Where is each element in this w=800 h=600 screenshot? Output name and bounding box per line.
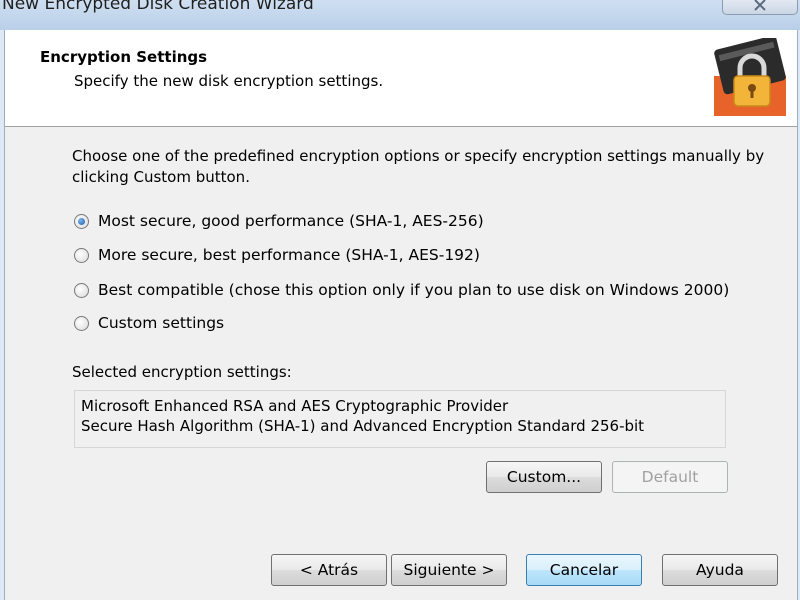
radio-button[interactable] xyxy=(74,282,89,298)
option-label: Custom settings xyxy=(98,314,225,332)
page-subtitle: Specify the new disk encryption settings… xyxy=(74,72,384,90)
option-custom-settings[interactable]: Custom settings xyxy=(74,312,224,334)
custom-button[interactable]: Custom... xyxy=(486,461,602,493)
next-button[interactable]: Siguiente > xyxy=(391,554,507,586)
radio-button-selected[interactable] xyxy=(74,213,89,229)
wizard-header: Encryption Settings Specify the new disk… xyxy=(5,30,797,127)
selected-settings-box: Microsoft Enhanced RSA and AES Cryptogra… xyxy=(74,390,726,448)
option-label: More secure, best performance (SHA-1, AE… xyxy=(98,246,480,264)
wizard-dialog: Encryption Settings Specify the new disk… xyxy=(4,30,798,600)
title-bar: New Encrypted Disk Creation Wizard xyxy=(0,0,800,30)
intro-text: Choose one of the predefined encryption … xyxy=(72,147,765,186)
selected-settings-label: Selected encryption settings: xyxy=(72,363,292,381)
close-button[interactable] xyxy=(722,0,798,15)
option-most-secure[interactable]: Most secure, good performance (SHA-1, AE… xyxy=(74,210,484,232)
window-title: New Encrypted Disk Creation Wizard xyxy=(2,0,314,14)
settings-line: Secure Hash Algorithm (SHA-1) and Advanc… xyxy=(81,417,645,435)
radio-button[interactable] xyxy=(74,247,89,263)
radio-button[interactable] xyxy=(74,315,89,331)
option-label: Most secure, good performance (SHA-1, AE… xyxy=(98,212,484,230)
lock-disk-icon xyxy=(710,38,788,116)
option-best-compatible[interactable]: Best compatible (chose this option only … xyxy=(74,279,729,301)
settings-line: Microsoft Enhanced RSA and AES Cryptogra… xyxy=(81,397,509,415)
default-button[interactable]: Default xyxy=(612,461,728,493)
page-title: Encryption Settings xyxy=(40,48,208,66)
close-icon xyxy=(754,0,766,11)
back-button[interactable]: < Atrás xyxy=(271,554,387,586)
help-button[interactable]: Ayuda xyxy=(662,554,778,586)
option-label: Best compatible (chose this option only … xyxy=(98,281,730,299)
cancel-button[interactable]: Cancelar xyxy=(526,554,642,586)
option-more-secure[interactable]: More secure, best performance (SHA-1, AE… xyxy=(74,244,480,266)
